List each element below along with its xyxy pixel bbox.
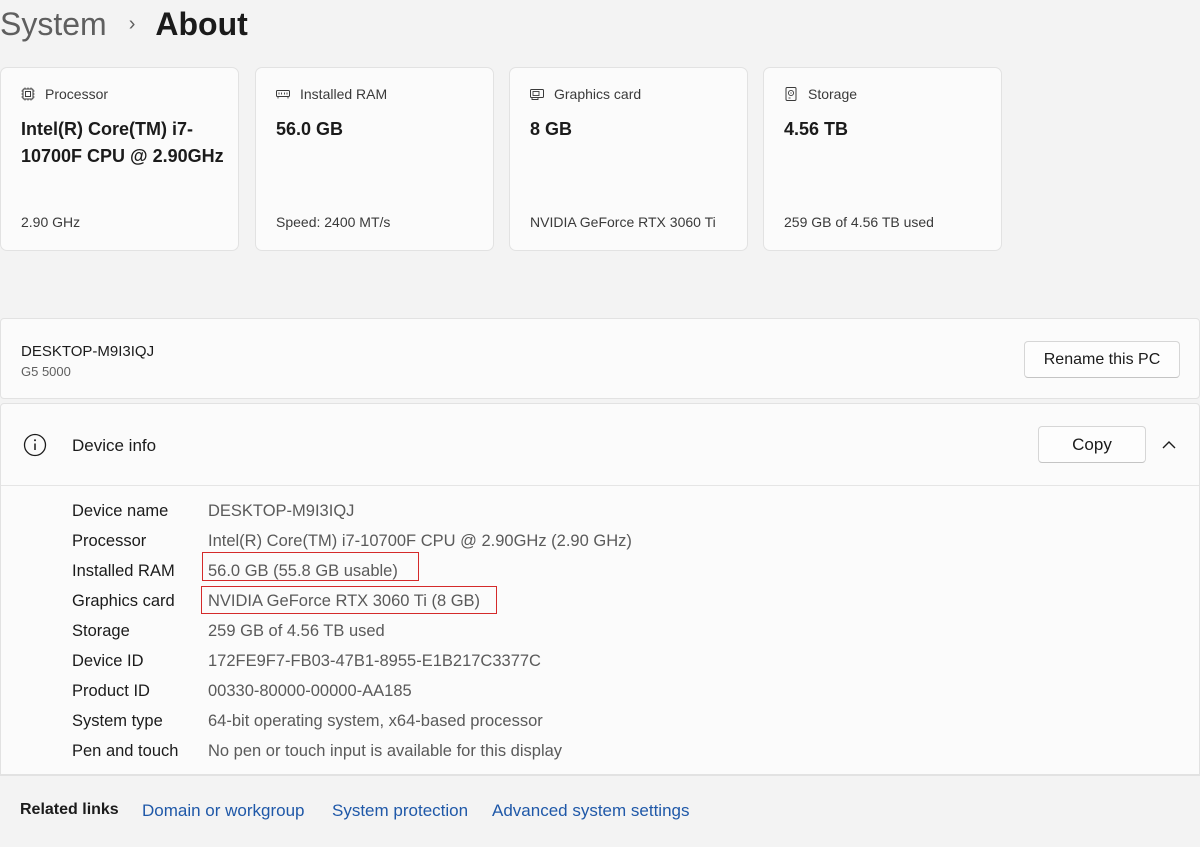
info-icon xyxy=(23,433,47,457)
copy-button[interactable]: Copy xyxy=(1038,426,1146,463)
spec-label: Product ID xyxy=(72,682,150,700)
spec-label: Storage xyxy=(72,622,130,640)
device-info-header[interactable]: Device info Copy xyxy=(1,404,1199,486)
card-sub: Speed: 2400 MT/s xyxy=(276,214,391,230)
card-label: Installed RAM xyxy=(300,86,388,102)
card-value: Intel(R) Core(TM) i7-10700F CPU @ 2.90GH… xyxy=(21,119,224,166)
card-processor: Processor Intel(R) Core(TM) i7-10700F CP… xyxy=(0,67,239,251)
storage-icon xyxy=(785,87,797,101)
spec-value: 259 GB of 4.56 TB used xyxy=(208,622,385,640)
card-installed-ram: Installed RAM 56.0 GB Speed: 2400 MT/s xyxy=(255,67,494,251)
graphics-card-icon xyxy=(530,89,544,100)
card-graphics-card: Graphics card 8 GB NVIDIA GeForce RTX 30… xyxy=(509,67,748,251)
pc-model: G5 5000 xyxy=(21,364,71,379)
pc-name-panel: DESKTOP-M9I3IQJ G5 5000 Rename this PC xyxy=(0,318,1200,399)
spec-value: Intel(R) Core(TM) i7-10700F CPU @ 2.90GH… xyxy=(208,532,632,550)
page-title: About xyxy=(155,5,248,42)
spec-label: Processor xyxy=(72,532,147,550)
spec-row-installed-ram: Installed RAM 56.0 GB (55.8 GB usable) xyxy=(1,558,1199,588)
spec-value: 172FE9F7-FB03-47B1-8955-E1B217C3377C xyxy=(208,652,541,670)
spec-label: Device ID xyxy=(72,652,144,670)
device-info-panel: Device info Copy Device name DESKTOP-M9I… xyxy=(0,403,1200,775)
spec-row-graphics-card: Graphics card NVIDIA GeForce RTX 3060 Ti… xyxy=(1,588,1199,618)
spec-row-system-type: System type 64-bit operating system, x64… xyxy=(1,708,1199,738)
device-info-title: Device info xyxy=(72,436,157,455)
card-sub: 2.90 GHz xyxy=(21,214,81,230)
related-links-label: Related links xyxy=(20,801,119,818)
spec-label: Installed RAM xyxy=(72,562,175,580)
card-storage: Storage 4.56 TB 259 GB of 4.56 TB used xyxy=(763,67,1002,251)
breadcrumb-chevron-icon: › xyxy=(128,12,136,35)
spec-label: Pen and touch xyxy=(72,742,179,760)
card-value: 4.56 TB xyxy=(784,119,849,139)
spec-row-device-id: Device ID 172FE9F7-FB03-47B1-8955-E1B217… xyxy=(1,648,1199,678)
card-label: Graphics card xyxy=(554,86,642,102)
card-label: Processor xyxy=(45,86,109,102)
card-sub: NVIDIA GeForce RTX 3060 Ti xyxy=(530,214,716,230)
spec-value: DESKTOP-M9I3IQJ xyxy=(208,502,355,520)
card-sub: 259 GB of 4.56 TB used xyxy=(784,214,934,230)
spec-label: Device name xyxy=(72,502,169,520)
rename-pc-button[interactable]: Rename this PC xyxy=(1024,341,1180,378)
spec-row-device-name: Device name DESKTOP-M9I3IQJ xyxy=(1,498,1199,528)
related-links-bar: Related links Domain or workgroup System… xyxy=(0,775,1200,847)
chevron-up-icon[interactable] xyxy=(1160,438,1178,452)
card-label: Storage xyxy=(808,86,858,102)
ram-icon xyxy=(276,90,290,99)
highlight-box-ram xyxy=(202,552,419,581)
breadcrumb: System › About xyxy=(0,2,248,46)
card-value: 56.0 GB xyxy=(276,119,344,139)
spec-row-pen-and-touch: Pen and touch No pen or touch input is a… xyxy=(1,738,1199,768)
highlight-box-graphics xyxy=(201,586,497,614)
spec-row-storage: Storage 259 GB of 4.56 TB used xyxy=(1,618,1199,648)
spec-row-processor: Processor Intel(R) Core(TM) i7-10700F CP… xyxy=(1,528,1199,558)
spec-label: Graphics card xyxy=(72,592,175,610)
processor-icon xyxy=(21,87,35,101)
spec-value: 64-bit operating system, x64-based proce… xyxy=(208,712,543,730)
card-value: 8 GB xyxy=(530,119,573,139)
spec-label: System type xyxy=(72,712,163,730)
breadcrumb-system[interactable]: System xyxy=(0,6,107,43)
spec-value: 00330-80000-00000-AA185 xyxy=(208,682,412,700)
link-system-protection[interactable]: System protection xyxy=(332,801,468,821)
pc-name: DESKTOP-M9I3IQJ xyxy=(21,343,155,360)
spec-value: No pen or touch input is available for t… xyxy=(208,742,563,760)
link-domain-or-workgroup[interactable]: Domain or workgroup xyxy=(142,801,305,821)
spec-row-product-id: Product ID 00330-80000-00000-AA185 xyxy=(1,678,1199,708)
link-advanced-system-settings[interactable]: Advanced system settings xyxy=(492,801,689,821)
